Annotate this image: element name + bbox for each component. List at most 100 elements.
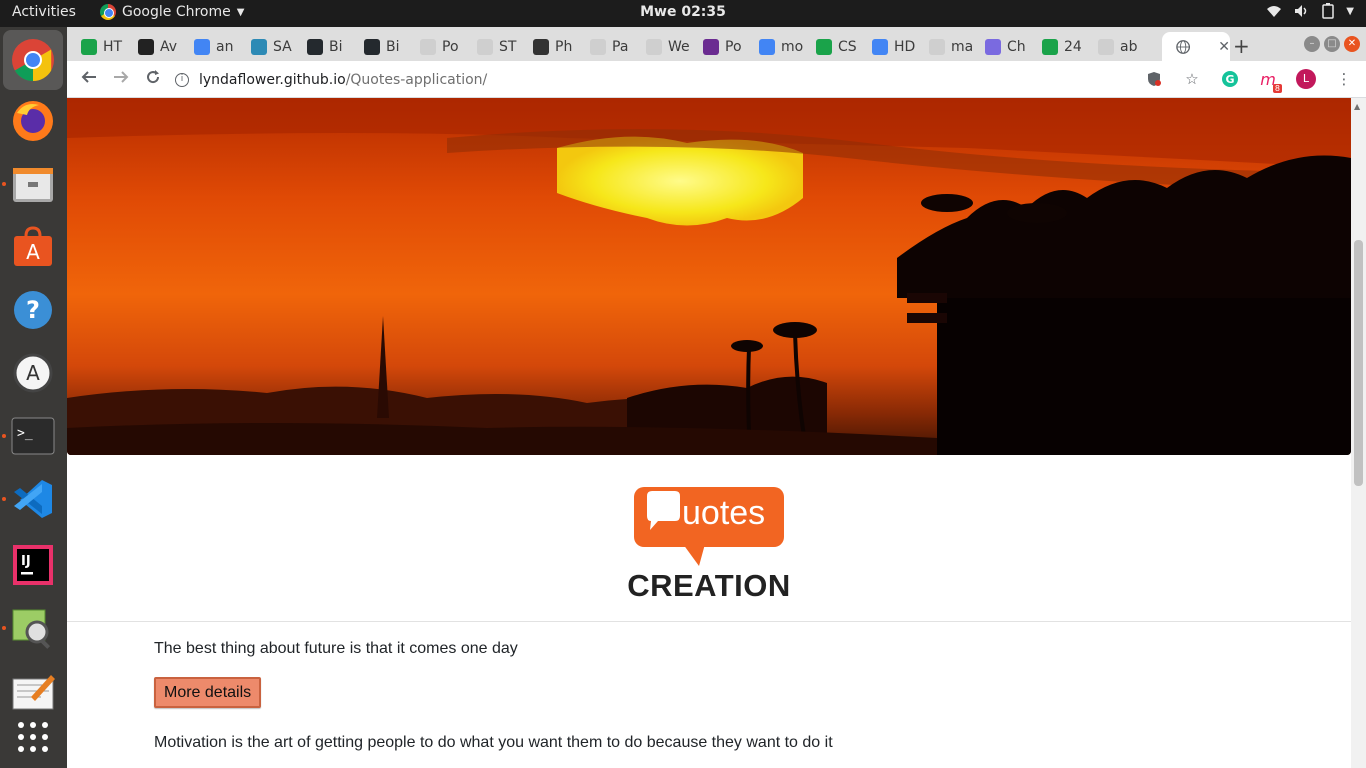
wifi-icon — [1267, 6, 1282, 17]
browser-tab[interactable]: Av — [124, 32, 177, 61]
dock-terminal[interactable]: >_ — [2, 412, 57, 460]
window-close-button[interactable]: ✕ — [1344, 36, 1360, 52]
terminal-icon: >_ — [11, 417, 55, 455]
tab-favicon-icon — [251, 38, 267, 55]
tab-label: Bi — [386, 38, 400, 55]
address-bar[interactable]: i lyndaflower.github.io/Quotes-applicati… — [175, 66, 1175, 94]
tab-active[interactable]: ✕ — [1162, 32, 1230, 61]
tab-favicon-icon — [929, 38, 945, 55]
dock-intellij[interactable]: IJ — [9, 541, 57, 589]
clock[interactable]: Mwe 02:35 — [640, 4, 726, 20]
tab-label: Bi — [329, 38, 343, 55]
window-controls: – □ ✕ — [1304, 36, 1360, 52]
dock-chrome[interactable] — [3, 30, 63, 90]
system-tray[interactable]: ▼ — [1266, 3, 1354, 19]
tab-label: CS — [838, 38, 857, 55]
minimize-button[interactable]: – — [1304, 36, 1320, 52]
reload-icon — [147, 70, 160, 84]
browser-tab[interactable]: Bi — [293, 32, 343, 61]
dock-software-center[interactable]: A — [9, 223, 57, 271]
browser-tab[interactable]: CS — [802, 32, 857, 61]
browser-tab[interactable]: ab — [1084, 32, 1137, 61]
scroll-up-arrow[interactable]: ▲ — [1354, 102, 1360, 111]
extension-badge: 8 — [1272, 84, 1282, 93]
tab-favicon-icon — [533, 38, 549, 55]
browser-tab[interactable]: We — [632, 32, 690, 61]
browser-tab[interactable]: Ch — [971, 32, 1026, 61]
browser-tab[interactable]: Ph — [519, 32, 572, 61]
dock-files[interactable] — [2, 160, 57, 208]
tab-favicon-icon — [590, 38, 606, 55]
dock-software-updater[interactable]: A — [9, 349, 57, 397]
tab-label: We — [668, 38, 690, 55]
tab-label: Pa — [612, 38, 629, 55]
dock-image-viewer[interactable] — [2, 604, 57, 652]
star-icon[interactable]: ☆ — [1182, 69, 1202, 89]
browser-tab[interactable]: HD — [858, 32, 915, 61]
profile-avatar[interactable]: L — [1296, 69, 1316, 89]
browser-tab[interactable]: SA — [237, 32, 292, 61]
dock-help[interactable]: ? — [9, 286, 57, 334]
maximize-button[interactable]: □ — [1324, 36, 1340, 52]
browser-tab[interactable]: Po — [406, 32, 459, 61]
tab-favicon-icon — [194, 38, 210, 55]
dock-firefox[interactable] — [9, 97, 57, 145]
page-scrollbar[interactable]: ▲ — [1351, 98, 1366, 768]
tab-label: 24 — [1064, 38, 1082, 55]
browser-tab[interactable]: an — [180, 32, 233, 61]
chevron-down-icon: ▼ — [1346, 5, 1354, 17]
tab-favicon-icon — [364, 38, 380, 55]
browser-tab[interactable]: Bi — [350, 32, 400, 61]
tab-favicon-icon — [985, 38, 1001, 55]
chrome-icon — [12, 39, 54, 82]
tab-favicon-icon — [420, 38, 436, 55]
firefox-icon — [13, 101, 53, 141]
intellij-icon: IJ — [13, 545, 53, 585]
info-icon[interactable]: i — [175, 73, 189, 87]
url-host: lyndaflower.github.io — [199, 72, 346, 88]
logo-text: uotes — [682, 494, 766, 532]
divider — [67, 621, 1351, 622]
tab-strip: HT Av an SA Bi Bi Po ST Ph Pa We Po mo CS HD ma Ch 24 ab ✕… — [67, 27, 1366, 61]
tab-label: HT — [103, 38, 123, 55]
more-details-button[interactable]: More details — [154, 677, 262, 708]
grid-icon — [18, 722, 48, 752]
tab-label: ma — [951, 38, 974, 55]
close-icon[interactable]: ✕ — [1218, 39, 1230, 55]
files-icon — [13, 168, 53, 202]
new-tab-button[interactable]: + — [1233, 34, 1250, 58]
tab-label: Ph — [555, 38, 573, 55]
svg-text:A: A — [26, 361, 40, 385]
tab-label: HD — [894, 38, 916, 55]
menu-icon[interactable]: ⋮ — [1334, 69, 1354, 89]
show-apps-button[interactable] — [9, 713, 57, 761]
browser-toolbar: i lyndaflower.github.io/Quotes-applicati… — [67, 61, 1366, 98]
dock-text-editor[interactable] — [9, 667, 57, 715]
reload-button[interactable] — [142, 69, 164, 91]
activities-button[interactable]: Activities — [12, 4, 76, 20]
extension-icon[interactable]: m 8 — [1258, 69, 1282, 93]
browser-tab[interactable]: mo — [745, 32, 803, 61]
tab-label: Av — [160, 38, 178, 55]
scroll-thumb[interactable] — [1354, 240, 1363, 486]
forward-button[interactable] — [110, 69, 132, 91]
shield-icon[interactable] — [1144, 69, 1164, 89]
tab-favicon-icon — [703, 38, 719, 55]
browser-tab[interactable]: Po — [689, 32, 742, 61]
browser-tab[interactable]: Pa — [576, 32, 628, 61]
tab-label: Po — [442, 38, 459, 55]
grammarly-icon[interactable]: G — [1220, 69, 1240, 89]
app-menu[interactable]: Google Chrome ▼ — [100, 4, 244, 20]
arrow-left-icon — [81, 71, 96, 83]
text-editor-icon — [12, 675, 55, 710]
browser-tab[interactable]: ma — [915, 32, 973, 61]
browser-tab[interactable]: ST — [463, 32, 516, 61]
svg-text:A: A — [26, 240, 40, 264]
chrome-icon — [100, 4, 116, 20]
tab-favicon-icon — [81, 38, 97, 55]
browser-tab[interactable]: HT — [67, 32, 122, 61]
svg-text:?: ? — [26, 296, 40, 324]
dock-vscode[interactable] — [2, 475, 57, 523]
browser-tab[interactable]: 24 — [1028, 32, 1082, 61]
back-button[interactable] — [78, 69, 100, 91]
